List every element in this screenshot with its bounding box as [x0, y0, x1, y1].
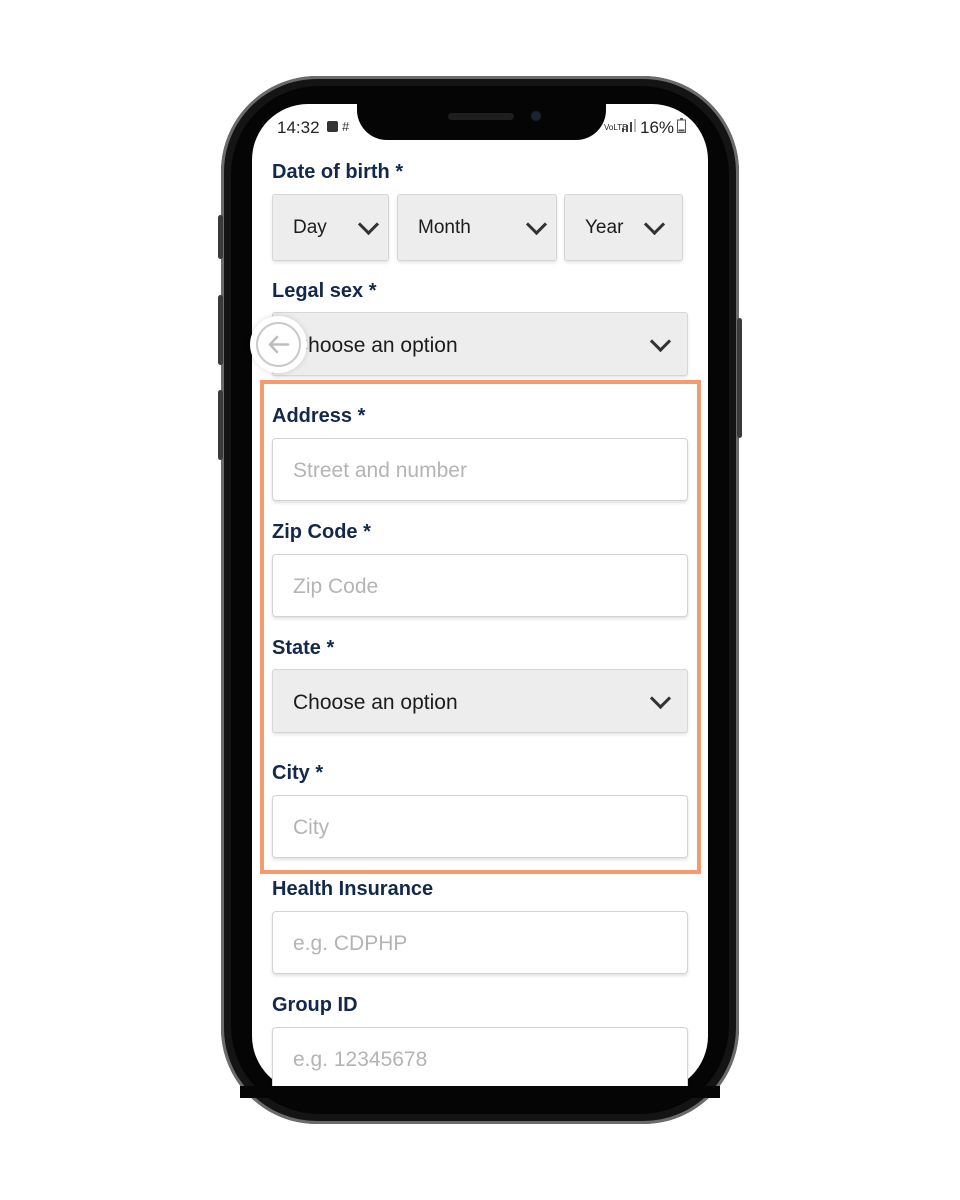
city-field[interactable]: City	[272, 795, 688, 858]
signal-icon	[621, 118, 637, 138]
arrow-left-icon	[268, 335, 290, 354]
volume-down-button	[218, 390, 223, 460]
legal-sex-value: Choose an option	[293, 334, 458, 357]
state-select[interactable]: Choose an option	[272, 669, 688, 733]
image-icon	[327, 121, 338, 132]
state-label: State *	[272, 637, 335, 659]
speaker	[448, 113, 514, 120]
address-placeholder: Street and number	[293, 459, 467, 482]
front-camera	[531, 111, 541, 121]
notch	[357, 100, 606, 140]
volte-icon: VoLTE	[604, 123, 628, 132]
address-label: Address *	[272, 405, 366, 427]
dob-year-value: Year	[585, 217, 624, 238]
slack-icon: #	[342, 119, 350, 134]
address-field[interactable]: Street and number	[272, 438, 688, 501]
power-button	[737, 318, 742, 438]
health-insurance-label: Health Insurance	[272, 878, 434, 900]
zip-label: Zip Code *	[272, 521, 371, 543]
mute-switch	[218, 215, 223, 259]
dob-day-value: Day	[293, 217, 327, 238]
state-value: Choose an option	[293, 691, 458, 714]
city-placeholder: City	[293, 816, 330, 839]
chevron-down-icon	[525, 213, 548, 236]
battery-icon	[677, 118, 687, 138]
volume-up-button	[218, 295, 223, 365]
zip-field[interactable]: Zip Code	[272, 554, 688, 617]
dob-label: Date of birth *	[272, 161, 404, 183]
chevron-down-icon	[649, 330, 672, 353]
chevron-down-icon	[357, 213, 380, 236]
group-id-placeholder: e.g. 12345678	[293, 1048, 428, 1071]
city-label: City *	[272, 762, 324, 784]
group-id-label: Group ID	[272, 994, 358, 1016]
health-insurance-placeholder: e.g. CDPHP	[293, 932, 408, 955]
notification-icons: #	[327, 119, 354, 134]
status-right: VoLTE 16%	[604, 118, 687, 138]
chevron-down-icon	[643, 213, 666, 236]
zip-placeholder: Zip Code	[293, 575, 379, 598]
battery-percent: 16%	[640, 118, 675, 137]
back-button[interactable]	[250, 316, 307, 373]
chevron-down-icon	[649, 687, 672, 710]
status-time: 14:32	[277, 118, 320, 137]
legal-sex-select[interactable]: Choose an option	[272, 312, 688, 376]
dob-month-select[interactable]: Month	[397, 194, 557, 261]
health-insurance-field[interactable]: e.g. CDPHP	[272, 911, 688, 974]
dob-year-select[interactable]: Year	[564, 194, 683, 261]
dob-month-value: Month	[418, 217, 471, 238]
group-id-field[interactable]: e.g. 12345678	[272, 1027, 688, 1087]
dob-day-select[interactable]: Day	[272, 194, 389, 261]
legal-sex-label: Legal sex *	[272, 280, 377, 302]
screen-bottom-edge	[240, 1086, 720, 1098]
